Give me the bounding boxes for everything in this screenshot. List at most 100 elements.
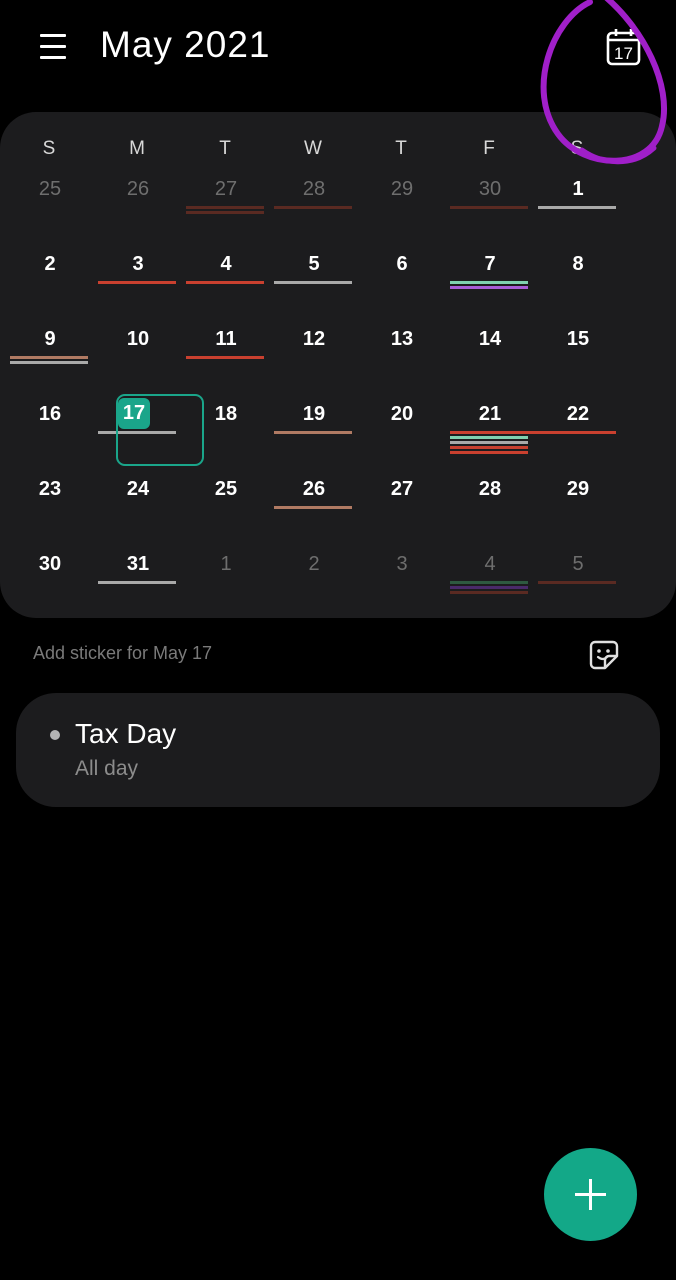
event-indicator-bar [10, 356, 88, 359]
event-indicator-bar [98, 281, 176, 284]
day-cell[interactable]: 4 [186, 253, 266, 323]
day-number: 23 [38, 478, 62, 500]
sticker-icon [589, 640, 619, 670]
day-cell[interactable]: 30 [10, 553, 90, 623]
day-cell[interactable]: 25 [186, 478, 266, 548]
event-card[interactable] [16, 693, 660, 807]
sticker-button[interactable] [587, 638, 621, 672]
day-number: 13 [390, 328, 414, 350]
day-number: 26 [126, 178, 150, 200]
day-cell[interactable]: 1 [186, 553, 266, 623]
day-number: 1 [220, 553, 232, 575]
day-cell[interactable]: 1 [538, 178, 618, 248]
day-cell[interactable]: 31 [98, 553, 178, 623]
day-number: 10 [126, 328, 150, 350]
weekday-label: M [129, 138, 145, 159]
event-indicator-bar [538, 206, 616, 209]
day-cell[interactable]: 3 [98, 253, 178, 323]
day-cell[interactable]: 6 [362, 253, 442, 323]
day-number: 12 [302, 328, 326, 350]
day-cell[interactable]: 26 [98, 178, 178, 248]
day-number: 27 [390, 478, 414, 500]
day-cell[interactable]: 30 [450, 178, 530, 248]
day-cell[interactable]: 2 [274, 553, 354, 623]
event-time: All day [75, 757, 139, 780]
day-cell[interactable]: 29 [538, 478, 618, 548]
day-number: 2 [44, 253, 56, 275]
event-indicator-bar [274, 206, 352, 209]
event-indicator-bar [98, 431, 176, 434]
selected-day-badge[interactable]: 17 [118, 398, 150, 429]
day-cell[interactable]: 27 [362, 478, 442, 548]
day-cell[interactable]: 25 [10, 178, 90, 248]
day-cell[interactable]: 4 [450, 553, 530, 623]
day-cell[interactable]: 22 [538, 403, 618, 473]
day-number: 20 [390, 403, 414, 425]
day-cell[interactable]: 14 [450, 328, 530, 398]
day-cell[interactable]: 5 [274, 253, 354, 323]
day-number: 2 [308, 553, 320, 575]
day-cell[interactable]: 7 [450, 253, 530, 323]
day-number: 25 [38, 178, 62, 200]
day-cell[interactable]: 2 [10, 253, 90, 323]
weekday-label: S [42, 138, 56, 159]
day-cell[interactable]: 18 [186, 403, 266, 473]
menu-icon-line [40, 34, 66, 37]
day-cell[interactable]: 12 [274, 328, 354, 398]
plus-icon [589, 1179, 592, 1210]
weekday-label: T [219, 138, 231, 159]
day-cell[interactable]: 3 [362, 553, 442, 623]
event-indicator-bar [186, 206, 264, 209]
event-indicator-bar [186, 211, 264, 214]
event-indicator-bar [450, 446, 528, 449]
day-number: 8 [572, 253, 584, 275]
day-cell[interactable]: 26 [274, 478, 354, 548]
today-icon-number: 17 [614, 44, 633, 63]
day-cell[interactable]: 10 [98, 328, 178, 398]
event-indicator-bar [450, 441, 528, 444]
day-number: 29 [566, 478, 590, 500]
menu-icon-line [40, 45, 66, 48]
day-cell[interactable]: 5 [538, 553, 618, 623]
day-cell[interactable]: 24 [98, 478, 178, 548]
day-cell[interactable]: 28 [450, 478, 530, 548]
day-cell[interactable]: 29 [362, 178, 442, 248]
day-cell[interactable]: 28 [274, 178, 354, 248]
day-number: 5 [572, 553, 584, 575]
event-indicator-bar [450, 436, 528, 439]
event-indicator-bar [274, 431, 352, 434]
calendar-today-icon: 17 [606, 29, 641, 66]
day-cell[interactable]: 19 [274, 403, 354, 473]
day-cell[interactable]: 21 [450, 403, 616, 473]
add-event-button[interactable] [544, 1148, 637, 1241]
event-indicator-bar [98, 581, 176, 584]
event-indicator-bar [538, 581, 616, 584]
day-number: 7 [484, 253, 496, 275]
day-number: 30 [478, 178, 502, 200]
day-cell[interactable]: 15 [538, 328, 618, 398]
day-cell[interactable]: 23 [10, 478, 90, 548]
day-cell[interactable]: 9 [10, 328, 90, 398]
month-title[interactable]: May 2021 [100, 24, 271, 66]
event-indicator-bar [450, 591, 528, 594]
event-indicator-bar [450, 581, 528, 584]
day-cell[interactable]: 27 [186, 178, 266, 248]
event-indicator-bar [538, 431, 616, 434]
day-cell[interactable]: 16 [10, 403, 90, 473]
day-cell[interactable]: 8 [538, 253, 618, 323]
day-cell[interactable]: 11 [186, 328, 266, 398]
today-button[interactable]: 17 [606, 28, 642, 66]
day-number: 4 [484, 553, 496, 575]
day-cell[interactable]: 20 [362, 403, 442, 473]
day-number: 11 [215, 328, 237, 350]
day-number: 18 [214, 403, 238, 425]
day-cell[interactable]: 13 [362, 328, 442, 398]
day-number: 1 [572, 178, 584, 200]
menu-button[interactable] [38, 32, 68, 62]
day-number: 22 [566, 403, 590, 425]
menu-icon-line [40, 56, 66, 59]
event-color-dot [50, 730, 60, 740]
day-number: 14 [478, 328, 502, 350]
day-number: 27 [214, 178, 238, 200]
day-number: 24 [126, 478, 150, 500]
